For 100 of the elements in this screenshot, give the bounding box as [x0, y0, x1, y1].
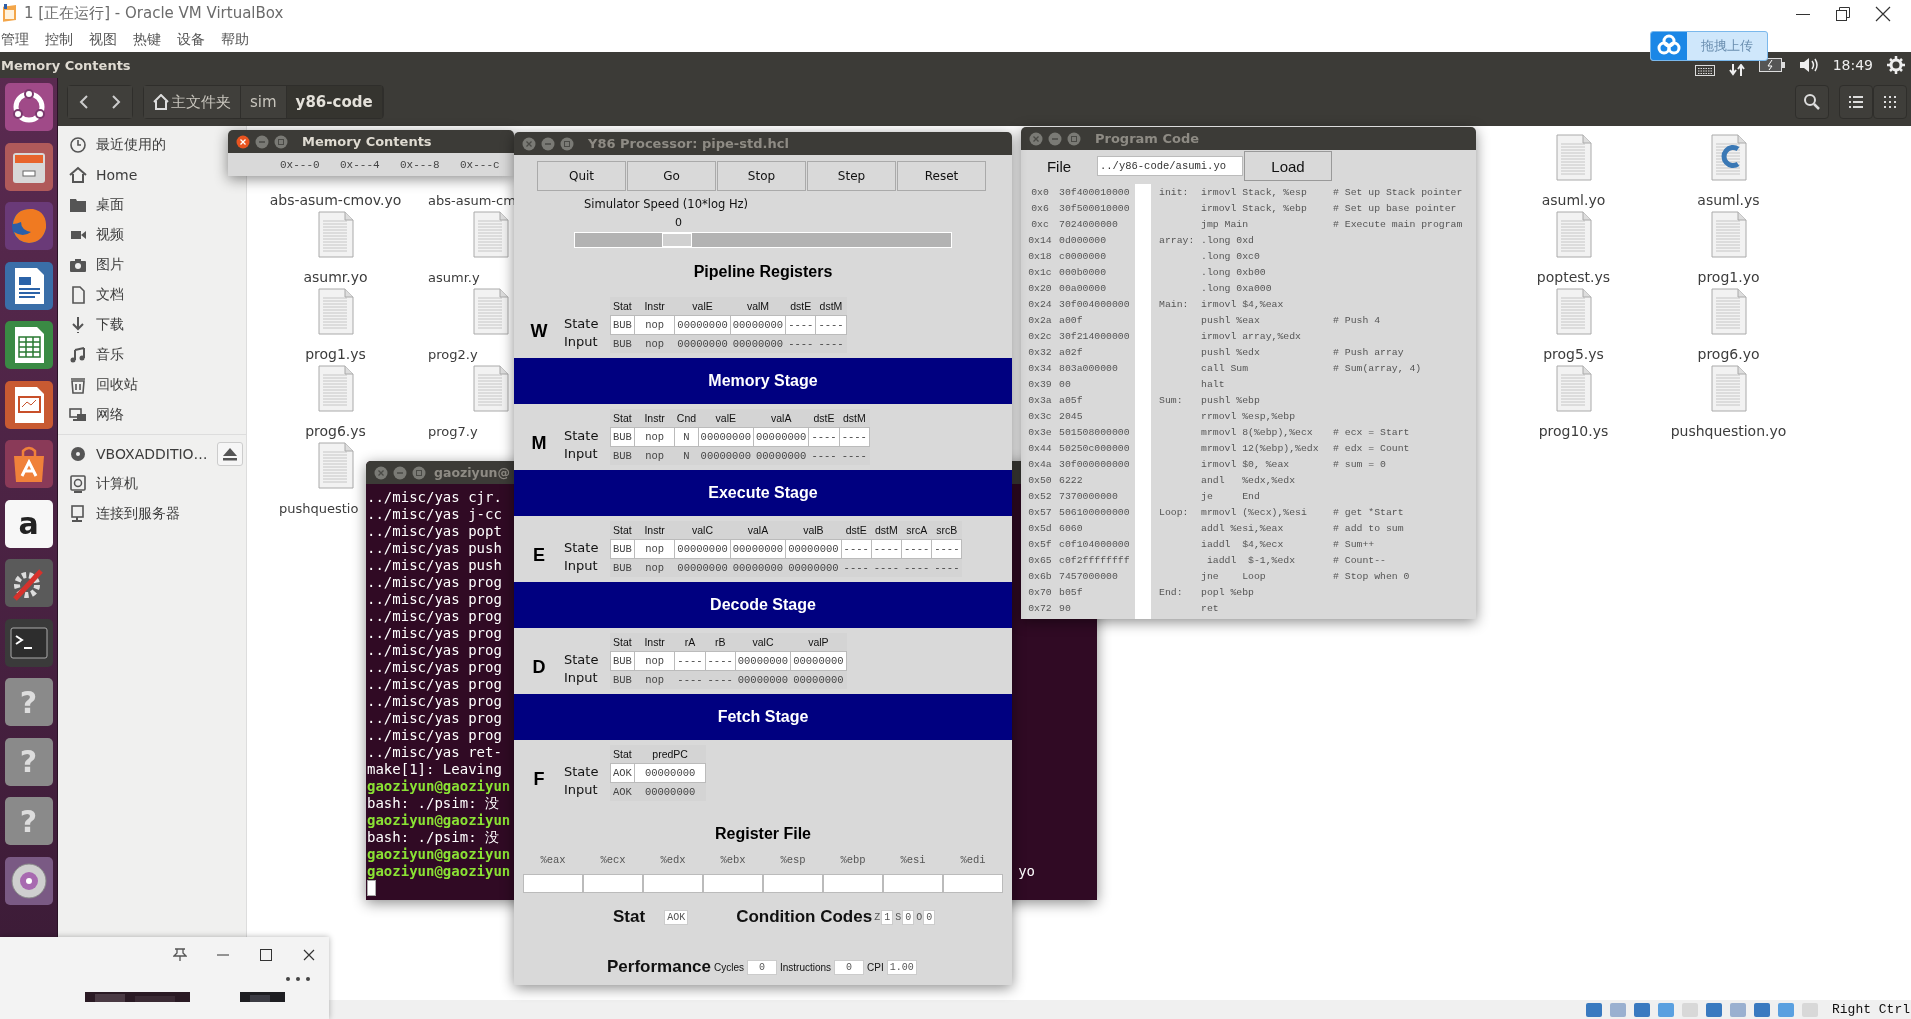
close-button[interactable] — [236, 134, 250, 149]
code-label: init: — [1159, 186, 1190, 198]
document-icon[interactable] — [4, 261, 53, 310]
breadcrumb-button[interactable]: sim — [241, 86, 287, 118]
eject-button[interactable] — [217, 442, 243, 466]
maximize-icon[interactable] — [259, 948, 273, 962]
table-cell: ---- — [674, 670, 706, 689]
sidebar-item[interactable]: 最近使用的 — [69, 136, 166, 154]
slider-thumb[interactable] — [661, 233, 692, 247]
breadcrumb-button[interactable]: y86-code — [286, 86, 383, 118]
control-button[interactable]: Go — [627, 161, 716, 191]
close-icon[interactable] — [1875, 5, 1891, 22]
close-icon[interactable] — [302, 948, 316, 962]
file-name[interactable]: pushquestio — [279, 500, 359, 517]
address-text: 0x72 — [1027, 602, 1053, 614]
launcher-button[interactable]: a — [4, 499, 53, 548]
file-name[interactable]: asumr.y — [428, 269, 480, 286]
sidebar-item[interactable]: 计算机 — [69, 475, 138, 493]
file-name[interactable]: prog1.ys — [305, 346, 366, 363]
sidebar-item[interactable]: 音乐 — [69, 346, 124, 364]
keyboard-icon[interactable] — [1694, 65, 1715, 76]
menu-item[interactable]: 帮助 — [221, 30, 249, 49]
maximize-button[interactable] — [412, 465, 426, 480]
presentation-icon[interactable] — [4, 380, 53, 429]
minimize-button[interactable] — [541, 136, 555, 151]
wrench-gear-icon[interactable] — [4, 559, 53, 607]
control-button[interactable]: Stop — [717, 161, 806, 191]
file-name[interactable]: poptest.ys — [1536, 269, 1611, 286]
minimize-button[interactable] — [393, 465, 407, 480]
address-text: 0x44 — [1027, 442, 1053, 454]
restore-icon[interactable] — [1835, 5, 1851, 22]
file-name[interactable]: prog7.y — [428, 423, 478, 440]
sidebar-item[interactable]: 网络 — [69, 406, 124, 424]
terminal-icon[interactable] — [4, 618, 53, 667]
section-label: Condition Codes — [736, 907, 873, 927]
file-name[interactable]: prog6.yo — [1697, 346, 1760, 363]
maximize-button[interactable] — [274, 134, 288, 149]
control-button[interactable]: Step — [807, 161, 896, 191]
file-name[interactable]: asumr.yo — [303, 269, 368, 286]
search-button[interactable] — [1795, 85, 1829, 119]
shopping-bag-icon[interactable] — [4, 440, 53, 488]
file-name[interactable]: prog5.ys — [1543, 346, 1604, 363]
sidebar-item[interactable]: 连接到服务器 — [69, 505, 180, 523]
list-view-button[interactable] — [1839, 85, 1873, 119]
table-cell: ---- — [785, 315, 816, 335]
menu-item[interactable]: 视图 — [89, 30, 117, 49]
file-name[interactable]: prog1.yo — [1697, 269, 1760, 286]
status-field: AOK — [664, 909, 689, 925]
file-name[interactable]: asuml.yo — [1541, 192, 1606, 209]
chevron-left-icon — [79, 94, 89, 110]
file-cabinet-icon[interactable] — [4, 142, 53, 191]
code-comment: # Execute main program — [1333, 218, 1463, 230]
file-name[interactable]: asuml.ys — [1697, 192, 1760, 209]
file-name[interactable]: prog6.ys — [305, 423, 366, 440]
folder-icon — [69, 196, 87, 214]
maximize-button[interactable] — [1067, 131, 1081, 146]
grid-view-button[interactable] — [1873, 85, 1907, 119]
sidebar-item[interactable]: 回收站 — [69, 376, 138, 394]
section-heading: Pipeline Registers — [692, 262, 834, 282]
volume-icon[interactable] — [1798, 57, 1819, 73]
table-cell: 00000000 — [674, 539, 731, 559]
transfer-arrows-icon[interactable] — [1728, 64, 1745, 76]
menu-item[interactable]: 热键 — [133, 30, 161, 49]
minimize-button[interactable] — [255, 134, 269, 149]
file-name[interactable]: abs-asum-cm — [428, 192, 516, 209]
file-name[interactable]: pushquestion.yo — [1670, 423, 1787, 440]
minimize-button[interactable] — [1048, 131, 1062, 146]
load-button[interactable]: Load — [1244, 151, 1332, 181]
host-key-label: Right Ctrl — [1832, 1002, 1910, 1017]
sidebar-item[interactable]: 下载 — [69, 316, 124, 334]
ubuntu-logo-icon[interactable] — [4, 83, 53, 131]
menu-item[interactable]: 管理 — [1, 30, 29, 49]
sidebar-item[interactable]: VBOXADDITIO… — [69, 445, 208, 463]
pin-icon[interactable] — [173, 948, 187, 962]
forward-button[interactable] — [100, 86, 132, 118]
breadcrumb-button[interactable]: 主文件夹 — [144, 86, 241, 118]
battery-icon[interactable] — [1758, 58, 1785, 72]
table-cell: nop — [634, 334, 675, 353]
spreadsheet-icon[interactable] — [4, 321, 53, 369]
file-name[interactable]: abs-asum-cmov.yo — [269, 192, 402, 209]
home-icon — [153, 94, 169, 110]
sidebar-item[interactable]: 视频 — [69, 226, 124, 244]
terminal-line: ../misc/yas prog — [367, 591, 502, 608]
control-button[interactable]: Reset — [897, 161, 986, 191]
file-name[interactable]: prog10.ys — [1538, 423, 1609, 440]
path-field[interactable]: ../y86-code/asumi.yo — [1097, 156, 1243, 176]
fox-globe-icon[interactable] — [4, 202, 53, 250]
sidebar-item[interactable]: 桌面 — [69, 196, 124, 214]
maximize-button[interactable] — [560, 136, 574, 151]
menu-item[interactable]: 设备 — [177, 30, 205, 49]
gear-icon[interactable] — [1887, 56, 1905, 74]
terminal-line: ../misc/yas prog — [367, 625, 502, 642]
menu-item[interactable]: 控制 — [45, 30, 73, 49]
control-button[interactable]: Quit — [537, 161, 626, 191]
sidebar-item[interactable]: Home — [69, 166, 138, 184]
file-name[interactable]: prog2.y — [428, 346, 478, 363]
more-icon[interactable] — [285, 976, 311, 982]
sidebar-item[interactable]: 文档 — [69, 286, 124, 304]
back-button[interactable] — [68, 86, 100, 118]
sidebar-item[interactable]: 图片 — [69, 256, 124, 274]
